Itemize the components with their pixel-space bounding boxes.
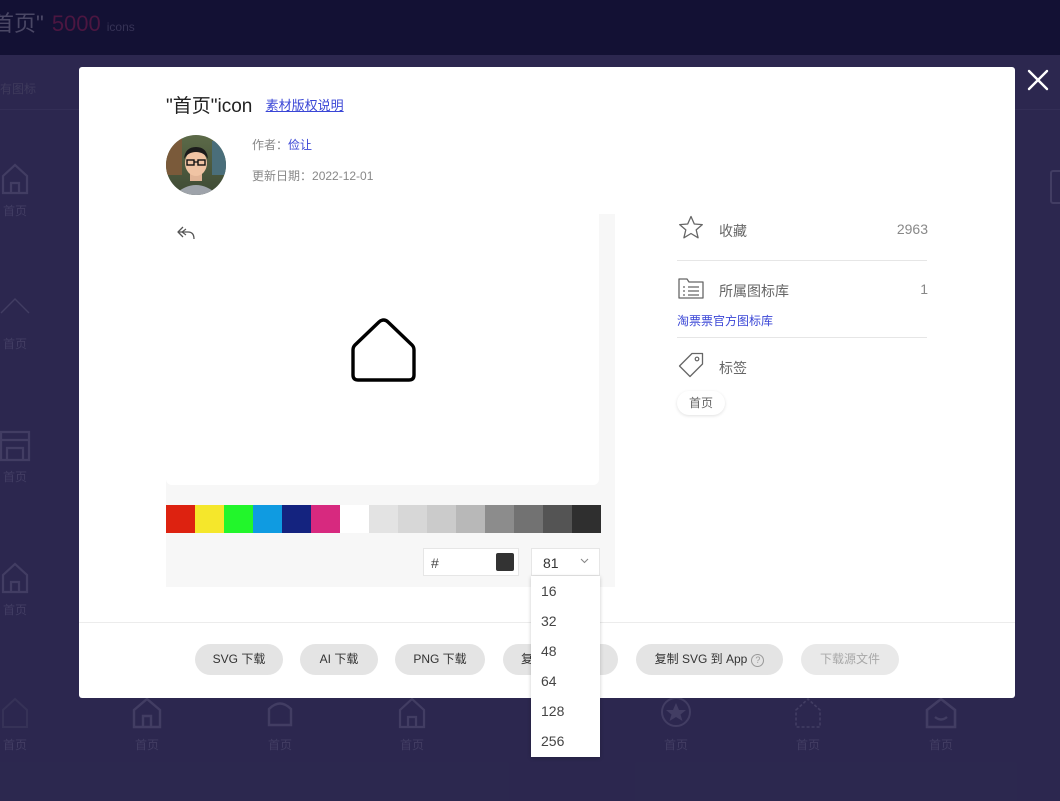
color-swatch[interactable] <box>398 505 427 533</box>
library-label: 所属图标库 <box>719 283 789 299</box>
size-option[interactable]: 128 <box>531 696 600 726</box>
size-option[interactable]: 48 <box>531 636 600 666</box>
size-select-value: 81 <box>543 555 559 571</box>
library-row: 所属图标库 1 <box>677 274 929 304</box>
tags-label: 标签 <box>719 360 747 376</box>
update-date-row: 更新日期：2022-12-01 <box>252 167 373 184</box>
tag-chip[interactable]: 首页 <box>677 391 726 415</box>
ai-download-button[interactable]: AI 下载 <box>300 644 378 675</box>
color-swatch[interactable] <box>485 505 514 533</box>
color-swatch[interactable] <box>311 505 340 533</box>
help-icon[interactable]: ? <box>751 654 765 667</box>
preview-panel: # 81 <box>166 214 615 587</box>
size-option[interactable]: 16 <box>531 576 600 606</box>
favorites-count: 2963 <box>896 221 928 237</box>
size-dropdown: 16 32 48 64 128 256 <box>531 576 600 757</box>
library-count: 1 <box>920 281 928 297</box>
date-value: 2022-12-01 <box>312 169 374 183</box>
size-option[interactable]: 32 <box>531 606 600 636</box>
svg-download-button[interactable]: SVG 下载 <box>195 644 283 675</box>
favorites-label: 收藏 <box>719 223 747 239</box>
author-link[interactable]: 俭让 <box>288 138 312 152</box>
tags-row: 标签 <box>677 351 929 381</box>
modal-title-row: "首页"icon 素材版权说明 <box>166 91 344 118</box>
divider <box>677 260 927 261</box>
color-swatch[interactable] <box>340 505 369 533</box>
library-link[interactable]: 淘票票官方图标库 <box>677 312 773 329</box>
copyright-link[interactable]: 素材版权说明 <box>266 98 344 113</box>
icon-title: "首页"icon <box>166 96 253 117</box>
favorites-row[interactable]: 收藏 2963 <box>677 214 929 244</box>
color-swatch[interactable] <box>543 505 572 533</box>
color-swatch[interactable] <box>514 505 543 533</box>
copy-svg-to-app-button[interactable]: 复制 SVG 到 App? <box>636 644 783 675</box>
color-swatch[interactable] <box>253 505 282 533</box>
color-swatch[interactable] <box>224 505 253 533</box>
size-option[interactable]: 64 <box>531 666 600 696</box>
color-swatch[interactable] <box>195 505 224 533</box>
divider <box>677 337 927 338</box>
size-select[interactable]: 81 <box>531 548 600 576</box>
date-label: 更新日期： <box>252 169 313 183</box>
undo-icon <box>177 226 195 240</box>
color-swatch[interactable] <box>166 505 195 533</box>
folder-list-icon <box>678 278 704 299</box>
download-source-button: 下载源文件 <box>801 644 899 675</box>
author-label: 作者： <box>252 138 289 152</box>
close-button[interactable] <box>1024 66 1052 94</box>
preview-canvas <box>166 214 599 485</box>
color-palette <box>166 505 601 533</box>
color-swatch[interactable] <box>282 505 311 533</box>
undo-button[interactable] <box>176 224 196 242</box>
author-avatar[interactable] <box>166 135 226 195</box>
copy-to-app-label: 复制 SVG 到 App <box>654 652 748 666</box>
chevron-down-icon <box>580 558 589 564</box>
author-row: 作者：俭让 <box>252 136 312 153</box>
close-icon <box>1027 69 1049 91</box>
png-download-button[interactable]: PNG 下载 <box>395 644 485 675</box>
hex-prefix: # <box>431 555 439 571</box>
avatar-image <box>166 135 226 195</box>
hex-field[interactable] <box>446 553 496 573</box>
home-icon <box>351 318 416 382</box>
hex-color-input[interactable]: # <box>423 548 519 576</box>
size-option[interactable]: 256 <box>531 726 600 756</box>
current-color-chip <box>496 553 514 571</box>
star-icon <box>679 215 703 239</box>
tag-icon <box>678 352 704 378</box>
color-swatch[interactable] <box>456 505 485 533</box>
color-swatch[interactable] <box>427 505 456 533</box>
color-swatch[interactable] <box>369 505 398 533</box>
color-swatch[interactable] <box>572 505 601 533</box>
